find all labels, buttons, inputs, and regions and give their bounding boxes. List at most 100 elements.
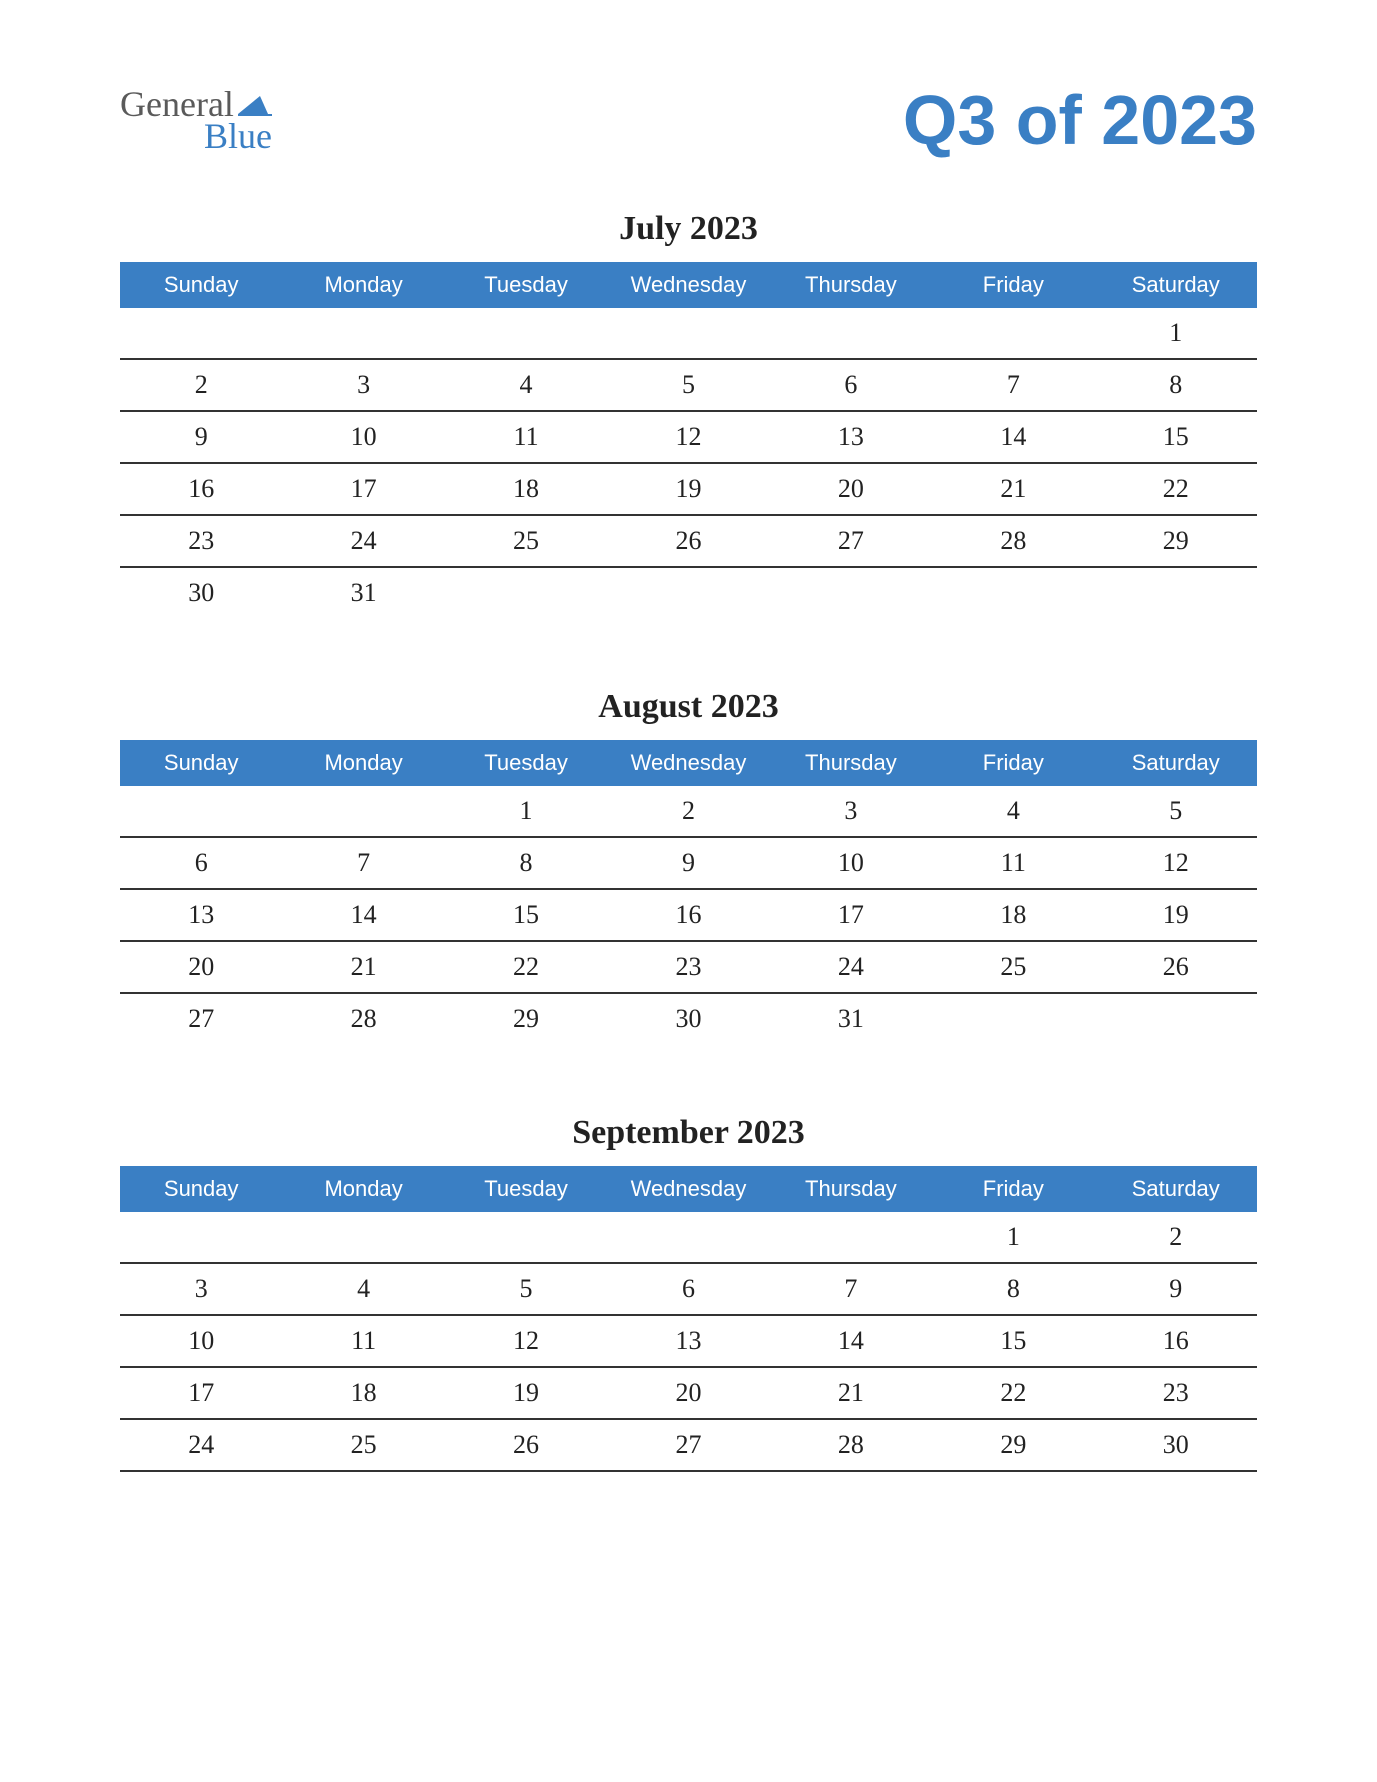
calendar-week-row: 20212223242526 (120, 941, 1257, 993)
calendar-day-cell (1095, 567, 1257, 618)
calendar-day-cell: 15 (445, 889, 607, 941)
calendar-day-cell: 21 (282, 941, 444, 993)
calendar-day-cell: 24 (282, 515, 444, 567)
calendar-week-row: 12345 (120, 786, 1257, 837)
calendar-day-cell: 18 (445, 463, 607, 515)
calendar-day-cell: 29 (445, 993, 607, 1044)
calendar-day-cell: 20 (607, 1367, 769, 1419)
calendar-day-cell (770, 1212, 932, 1263)
calendar-day-cell: 19 (445, 1367, 607, 1419)
calendar-day-cell (607, 567, 769, 618)
day-header: Wednesday (607, 262, 769, 308)
calendar-day-cell: 8 (445, 837, 607, 889)
calendar-day-cell: 25 (932, 941, 1094, 993)
calendar-day-cell: 16 (120, 463, 282, 515)
calendar-day-cell: 5 (1095, 786, 1257, 837)
calendar-day-cell: 16 (607, 889, 769, 941)
day-header: Friday (932, 262, 1094, 308)
calendar-day-cell: 13 (120, 889, 282, 941)
calendar-day-cell: 28 (770, 1419, 932, 1471)
calendar-day-cell: 3 (770, 786, 932, 837)
month-title: July 2023 (120, 210, 1257, 248)
calendar-day-cell: 17 (770, 889, 932, 941)
calendar-day-cell: 30 (1095, 1419, 1257, 1471)
day-header: Thursday (770, 1166, 932, 1212)
calendar-day-cell: 11 (445, 411, 607, 463)
calendar-day-cell (1095, 993, 1257, 1044)
calendar-week-row: 6789101112 (120, 837, 1257, 889)
calendar-day-cell: 9 (607, 837, 769, 889)
day-header: Thursday (770, 262, 932, 308)
month-block: September 2023SundayMondayTuesdayWednesd… (120, 1114, 1257, 1472)
calendar-day-cell: 23 (120, 515, 282, 567)
calendar-day-cell: 25 (445, 515, 607, 567)
calendar-day-cell: 13 (770, 411, 932, 463)
calendar-day-cell: 27 (120, 993, 282, 1044)
calendar-week-row: 17181920212223 (120, 1367, 1257, 1419)
calendar-day-cell: 30 (120, 567, 282, 618)
calendar-table: SundayMondayTuesdayWednesdayThursdayFrid… (120, 740, 1257, 1044)
calendar-day-cell: 24 (770, 941, 932, 993)
day-header: Monday (282, 1166, 444, 1212)
calendar-day-cell: 5 (607, 359, 769, 411)
calendar-day-cell: 4 (932, 786, 1094, 837)
calendar-day-cell: 19 (1095, 889, 1257, 941)
calendar-day-cell: 7 (932, 359, 1094, 411)
calendar-day-cell (120, 308, 282, 359)
calendar-day-cell: 2 (120, 359, 282, 411)
day-header: Tuesday (445, 1166, 607, 1212)
calendar-week-row: 16171819202122 (120, 463, 1257, 515)
calendar-week-row: 3456789 (120, 1263, 1257, 1315)
calendar-day-cell: 15 (932, 1315, 1094, 1367)
calendar-day-cell: 1 (1095, 308, 1257, 359)
month-block: July 2023 SundayMondayTuesdayWednesdayThu… (120, 210, 1257, 618)
page-title: Q3 of 2023 (903, 80, 1257, 160)
calendar-day-cell (282, 308, 444, 359)
calendar-week-row: 9101112131415 (120, 411, 1257, 463)
calendar-day-cell: 22 (445, 941, 607, 993)
calendar-day-cell: 23 (607, 941, 769, 993)
calendar-day-cell: 14 (282, 889, 444, 941)
calendar-day-cell: 20 (770, 463, 932, 515)
calendar-day-cell (932, 308, 1094, 359)
brand-word-2: Blue (120, 118, 272, 154)
calendar-day-cell: 14 (932, 411, 1094, 463)
calendar-day-cell: 11 (932, 837, 1094, 889)
calendar-day-cell: 31 (770, 993, 932, 1044)
calendar-day-cell: 22 (1095, 463, 1257, 515)
calendar-week-row: 1 (120, 308, 1257, 359)
calendar-day-cell (120, 1212, 282, 1263)
calendar-day-cell: 30 (607, 993, 769, 1044)
calendar-day-cell: 28 (932, 515, 1094, 567)
calendar-week-row: 12 (120, 1212, 1257, 1263)
calendar-day-cell: 24 (120, 1419, 282, 1471)
calendar-day-cell: 9 (120, 411, 282, 463)
calendar-day-cell: 10 (120, 1315, 282, 1367)
calendar-day-cell: 10 (282, 411, 444, 463)
calendar-day-cell (120, 786, 282, 837)
calendar-day-cell (770, 567, 932, 618)
brand-logo: General Blue (120, 86, 272, 154)
day-header: Tuesday (445, 262, 607, 308)
day-header: Sunday (120, 740, 282, 786)
calendar-week-row: 2728293031 (120, 993, 1257, 1044)
calendar-day-cell: 26 (1095, 941, 1257, 993)
calendar-day-cell (932, 993, 1094, 1044)
day-header: Wednesday (607, 740, 769, 786)
calendar-day-cell: 10 (770, 837, 932, 889)
calendar-day-cell: 9 (1095, 1263, 1257, 1315)
calendar-day-cell: 18 (282, 1367, 444, 1419)
calendar-week-row: 3031 (120, 567, 1257, 618)
calendar-day-cell: 26 (445, 1419, 607, 1471)
calendar-day-cell: 20 (120, 941, 282, 993)
calendar-day-cell: 7 (770, 1263, 932, 1315)
calendar-day-cell: 29 (932, 1419, 1094, 1471)
calendar-day-cell: 14 (770, 1315, 932, 1367)
calendar-day-cell: 8 (932, 1263, 1094, 1315)
calendar-day-cell: 27 (607, 1419, 769, 1471)
calendar-day-cell: 12 (445, 1315, 607, 1367)
calendar-week-row: 13141516171819 (120, 889, 1257, 941)
calendar-table: SundayMondayTuesdayWednesdayThursdayFrid… (120, 262, 1257, 618)
calendar-day-cell: 2 (1095, 1212, 1257, 1263)
calendar-day-cell: 5 (445, 1263, 607, 1315)
